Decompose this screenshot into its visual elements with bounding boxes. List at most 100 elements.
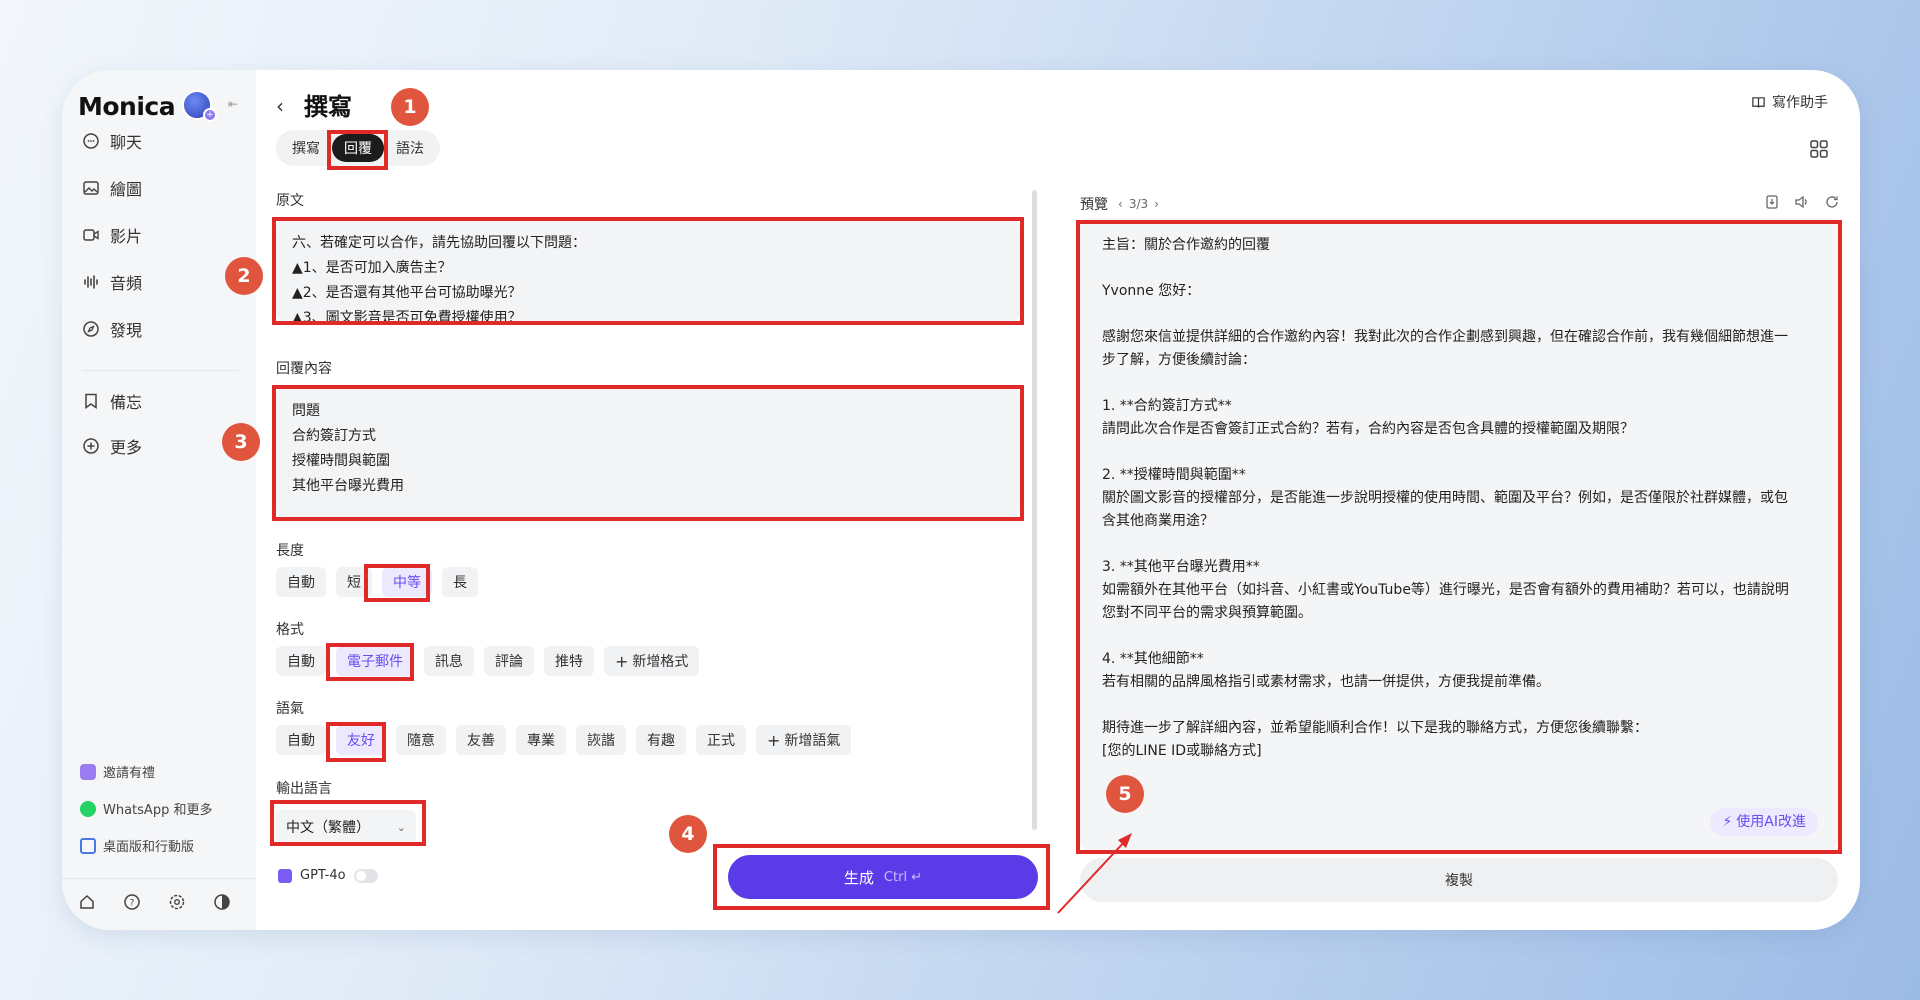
preview-pager: ‹ 3/3 › — [1118, 197, 1159, 211]
collapse-sidebar-icon[interactable]: ⇤ — [223, 94, 243, 114]
tone-fun[interactable]: 有趣 — [636, 725, 686, 755]
sidebar-item-more[interactable]: 更多 — [82, 431, 142, 461]
sidebar-bottom-divider — [62, 878, 256, 879]
reply-label: 回覆內容 — [276, 361, 332, 377]
tone-professional[interactable]: 專業 — [516, 725, 566, 755]
writing-assistant-button[interactable]: 寫作助手 — [1751, 92, 1828, 112]
bookmark-icon — [85, 393, 97, 409]
sidebar-item-label: 聊天 — [110, 133, 143, 152]
book-icon — [1752, 96, 1765, 107]
sidebar-bottom-toolbar: ? — [78, 893, 231, 911]
copy-button[interactable]: 複製 — [1080, 858, 1838, 902]
refresh-icon[interactable] — [1824, 194, 1840, 210]
sidebar-item-audio[interactable]: 音頻 — [82, 267, 142, 297]
add-tone-label: 新增語氣 — [784, 733, 841, 749]
annotation-box-3 — [272, 385, 1024, 521]
tone-witty[interactable]: 詼諧 — [576, 725, 626, 755]
desktop-link[interactable]: 桌面版和行動版 — [80, 836, 194, 855]
sidebar-item-draw[interactable]: 繪圖 — [82, 173, 142, 203]
gift-icon — [80, 763, 96, 780]
annotation-box-format — [326, 643, 414, 681]
desktop-label: 桌面版和行動版 — [103, 840, 195, 855]
length-long[interactable]: 長 — [442, 567, 478, 597]
annotation-box-1 — [327, 130, 388, 170]
plus-icon: + — [767, 730, 781, 750]
model-selector[interactable]: GPT-4o — [278, 868, 378, 883]
sidebar-item-label: 發現 — [110, 321, 143, 340]
add-format-button[interactable]: + 新增格式 — [604, 646, 700, 676]
invite-link[interactable]: 邀請有禮 — [80, 762, 155, 781]
nav-divider — [82, 370, 238, 371]
model-toggle[interactable] — [353, 868, 378, 883]
compass-icon — [83, 321, 99, 337]
plus-badge-icon: + — [203, 108, 217, 122]
sidebar-item-memo[interactable]: 備忘 — [82, 386, 142, 416]
desktop-icon — [80, 837, 96, 854]
home-icon[interactable] — [78, 893, 96, 911]
tab-compose[interactable]: 撰寫 — [280, 134, 332, 162]
preview-label: 預覽 — [1080, 197, 1108, 213]
annotation-marker: 4 — [669, 815, 707, 853]
whatsapp-link[interactable]: WhatsApp 和更多 — [80, 799, 212, 818]
tone-formal[interactable]: 正式 — [696, 725, 746, 755]
annotation-box-4 — [713, 844, 1050, 910]
format-comment[interactable]: 評論 — [484, 646, 534, 676]
grid-menu-icon[interactable] — [1808, 138, 1830, 160]
length-label: 長度 — [276, 543, 304, 559]
model-icon — [278, 868, 292, 883]
form-scrollbar[interactable] — [1032, 190, 1037, 830]
annotation-box-5 — [1076, 220, 1842, 854]
annotation-marker: 1 — [391, 88, 429, 126]
settings-icon[interactable] — [168, 893, 186, 911]
sidebar-item-label: 更多 — [110, 438, 143, 457]
original-label: 原文 — [276, 193, 304, 209]
format-label: 格式 — [276, 622, 304, 638]
annotation-box-tone — [326, 722, 386, 762]
help-icon[interactable]: ? — [123, 893, 141, 911]
tone-label: 語氣 — [276, 701, 304, 717]
length-auto[interactable]: 自動 — [276, 567, 326, 597]
annotation-arrow — [1057, 833, 1132, 914]
annotation-box-language — [270, 800, 426, 846]
tone-casual[interactable]: 隨意 — [396, 725, 446, 755]
whatsapp-label: WhatsApp 和更多 — [103, 803, 213, 818]
tone-auto[interactable]: 自動 — [276, 725, 326, 755]
sidebar-item-discover[interactable]: 發現 — [82, 314, 142, 344]
app-window: Monica + ⇤ 聊天 繪圖 影片 音頻 發現 備忘 更多 邀請有禮 Wha… — [62, 70, 1860, 930]
next-icon[interactable]: › — [1154, 197, 1159, 211]
prev-icon[interactable]: ‹ — [1118, 197, 1123, 211]
page-title: 撰寫 — [304, 93, 352, 121]
brand-logo: Monica — [78, 92, 176, 121]
preview-header: 預覽 ‹ 3/3 › — [1080, 194, 1159, 214]
sidebar-item-label: 影片 — [110, 227, 143, 246]
annotation-marker: 2 — [225, 257, 263, 295]
annotation-box-length — [364, 564, 430, 602]
annotation-box-2 — [272, 217, 1024, 325]
writing-assistant-label: 寫作助手 — [1772, 95, 1828, 111]
sidebar-item-video[interactable]: 影片 — [82, 220, 142, 250]
theme-toggle-icon[interactable] — [213, 893, 231, 911]
back-chevron-icon[interactable]: ‹ — [276, 94, 284, 118]
format-auto[interactable]: 自動 — [276, 646, 326, 676]
sidebar-item-chat[interactable]: 聊天 — [82, 126, 142, 156]
tab-grammar[interactable]: 語法 — [384, 134, 436, 162]
video-icon — [83, 229, 99, 241]
preview-toolbar — [1764, 194, 1840, 210]
output-language-label: 輸出語言 — [276, 781, 332, 797]
speaker-icon[interactable] — [1794, 194, 1810, 210]
chat-icon — [83, 133, 99, 149]
format-message[interactable]: 訊息 — [424, 646, 474, 676]
add-tone-button[interactable]: + 新增語氣 — [756, 725, 852, 755]
sidebar: Monica + ⇤ 聊天 繪圖 影片 音頻 發現 備忘 更多 邀請有禮 Wha… — [62, 70, 256, 930]
annotation-marker: 5 — [1106, 775, 1144, 813]
sidebar-item-label: 備忘 — [110, 393, 143, 412]
image-icon — [83, 181, 99, 195]
export-icon[interactable] — [1764, 194, 1780, 210]
annotation-marker: 3 — [222, 423, 260, 461]
add-format-label: 新增格式 — [632, 654, 689, 670]
plus-icon: + — [615, 651, 629, 671]
audio-icon — [84, 275, 98, 289]
model-name: GPT-4o — [300, 868, 346, 883]
tone-kind[interactable]: 友善 — [456, 725, 506, 755]
format-tweet[interactable]: 推特 — [544, 646, 594, 676]
